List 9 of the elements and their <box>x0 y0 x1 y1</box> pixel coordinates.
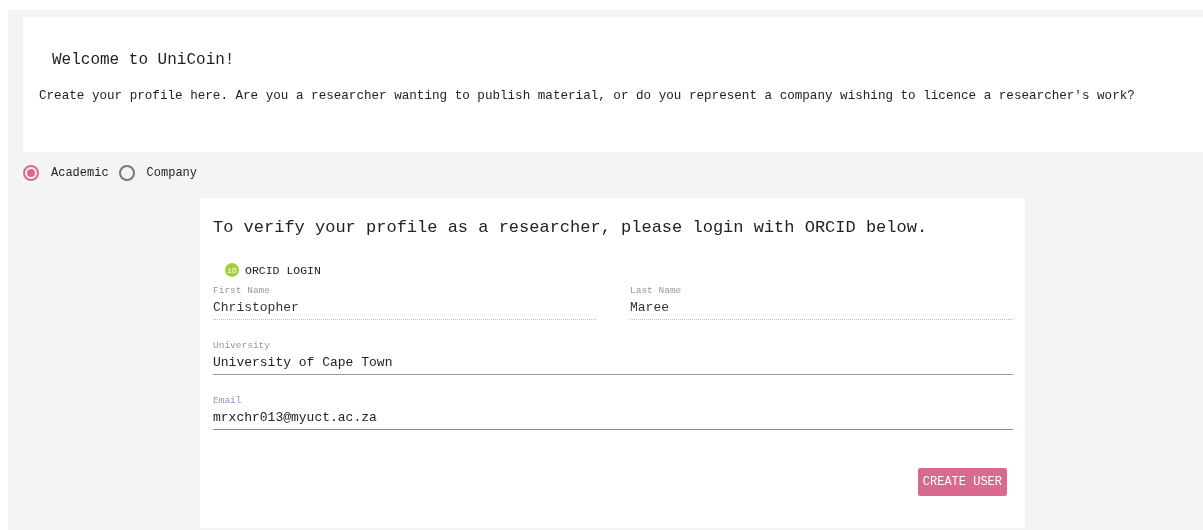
radio-option[interactable]: Company <box>118 164 198 182</box>
orcid-login-button[interactable]: iD ORCID LOGIN <box>213 259 333 281</box>
welcome-title: Welcome to UniCoin! <box>52 51 236 69</box>
orcid-icon: iD <box>225 263 239 277</box>
text-field[interactable]: University University of Cape Town <box>213 340 1013 375</box>
form-heading: To verify your profile as a researcher, please login with ORCID below. <box>213 218 929 237</box>
text-field[interactable]: Email mrxchr013@myuct.ac.za <box>213 395 1013 430</box>
intro-text: Create your profile here. Are you a researcher wanting to publish material, or do you represent a company wishing to licence a researcher's work? <box>39 89 1136 103</box>
radio-option[interactable]: Academic <box>23 164 109 182</box>
